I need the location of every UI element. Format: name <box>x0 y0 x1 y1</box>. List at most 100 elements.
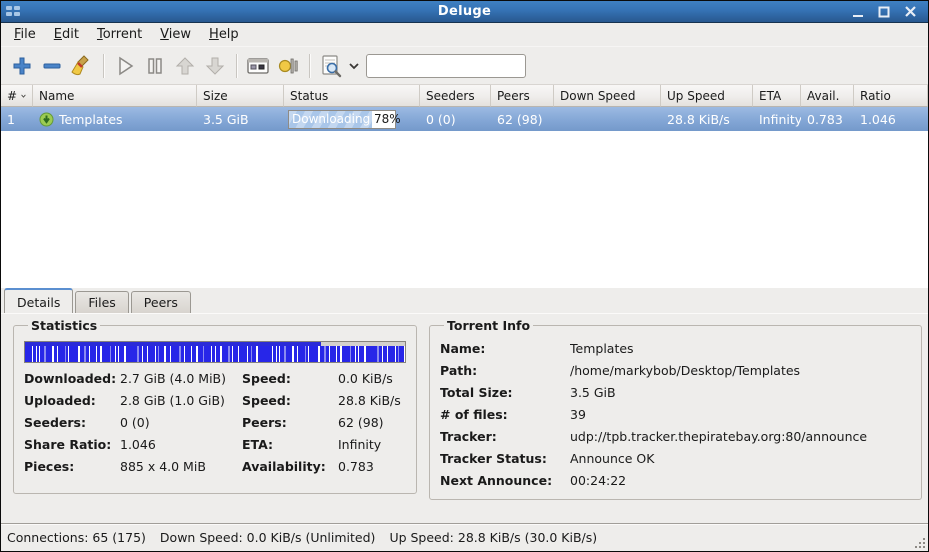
stat-value: 2.7 GiB (4.0 MiB) <box>120 371 242 386</box>
menu-edit[interactable]: Edit <box>45 24 88 45</box>
torrent-info-legend: Torrent Info <box>444 318 533 333</box>
tab-files[interactable]: Files <box>75 291 128 313</box>
info-label: Total Size: <box>440 385 570 400</box>
cell-size: 3.5 GiB <box>197 107 284 131</box>
info-value: Templates <box>570 341 911 356</box>
column-header-avail[interactable]: Avail. <box>801 85 854 107</box>
column-header-peers[interactable]: Peers <box>491 85 554 107</box>
play-icon <box>114 55 136 77</box>
minus-icon <box>41 55 63 77</box>
cell-avail: 0.783 <box>801 107 854 131</box>
statistics-legend: Statistics <box>28 318 100 333</box>
stat-label: Share Ratio: <box>24 437 120 452</box>
column-header-ratio[interactable]: Ratio <box>854 85 928 107</box>
stat-label: Seeders: <box>24 415 120 430</box>
deluge-window: Deluge File Edit Torrent View Help <box>0 0 929 552</box>
cell-down-speed <box>554 107 661 131</box>
details-panel: Statistics Downloaded: 2.7 GiB (4.0 MiB)… <box>1 314 928 523</box>
column-header-num[interactable]: # <box>1 85 33 107</box>
statistics-grid: Downloaded: 2.7 GiB (4.0 MiB) Speed: 0.0… <box>24 371 406 474</box>
torrent-info-grid: Name: Templates Path: /home/markybob/Des… <box>440 341 911 488</box>
column-header-seeders[interactable]: Seeders <box>420 85 491 107</box>
stat-value: 0 (0) <box>120 415 242 430</box>
menu-view[interactable]: View <box>151 24 200 45</box>
info-label: Path: <box>440 363 570 378</box>
info-label: Tracker: <box>440 429 570 444</box>
torrent-list-header: # Name Size Status Seeders Peers Down Sp… <box>1 85 928 107</box>
queue-up-button[interactable] <box>170 51 200 81</box>
filter-dropdown-chevron[interactable] <box>348 62 360 70</box>
column-header-status[interactable]: Status <box>284 85 420 107</box>
info-value: Announce OK <box>570 451 911 466</box>
cell-num: 1 <box>1 107 33 131</box>
resume-button[interactable] <box>110 51 140 81</box>
info-value: udp://tpb.tracker.thepiratebay.org:80/an… <box>570 429 911 444</box>
info-label: Next Announce: <box>440 473 570 488</box>
status-up-speed: Up Speed: 28.8 KiB/s (30.0 KiB/s) <box>389 530 597 545</box>
add-torrent-button[interactable] <box>7 51 37 81</box>
stat-label: Uploaded: <box>24 393 120 408</box>
stat-value: 0.0 KiB/s <box>338 371 406 386</box>
menu-torrent[interactable]: Torrent <box>88 24 151 45</box>
column-header-eta[interactable]: ETA <box>753 85 801 107</box>
cell-status: Downloading 78% Downloading 78% <box>284 107 420 131</box>
menu-file[interactable]: File <box>5 24 45 45</box>
statistics-frame: Statistics Downloaded: 2.7 GiB (4.0 MiB)… <box>13 318 417 494</box>
downloading-state-icon <box>39 112 54 127</box>
filter-button[interactable] <box>316 51 346 81</box>
stat-label: Peers: <box>242 415 338 430</box>
cell-up-speed: 28.8 KiB/s <box>661 107 753 131</box>
queue-down-button[interactable] <box>200 51 230 81</box>
stat-value: 28.8 KiB/s <box>338 393 406 408</box>
tab-details[interactable]: Details <box>4 288 73 313</box>
toolbar-separator <box>309 54 310 78</box>
stat-value: 1.046 <box>120 437 242 452</box>
connection-manager-button[interactable] <box>273 51 303 81</box>
stat-label: ETA: <box>242 437 338 452</box>
torrent-info-frame: Torrent Info Name: Templates Path: /home… <box>429 318 922 500</box>
sort-indicator-icon <box>21 93 26 99</box>
toolbar-separator <box>103 54 104 78</box>
close-button[interactable] <box>900 4 920 20</box>
stat-label: Speed: <box>242 371 338 386</box>
column-header-up-speed[interactable]: Up Speed <box>661 85 753 107</box>
clear-finished-button[interactable] <box>67 51 97 81</box>
filter-input[interactable] <box>366 54 526 78</box>
pieces-bar <box>24 341 406 363</box>
menu-help[interactable]: Help <box>200 24 248 45</box>
minimize-icon <box>852 6 864 18</box>
progress-fill: Downloading 78% <box>289 111 372 128</box>
plug-icon <box>276 55 300 77</box>
stat-value: 0.783 <box>338 459 406 474</box>
details-tab-bar: Details Files Peers <box>1 288 928 314</box>
broom-icon <box>70 54 94 78</box>
cell-name: Templates <box>33 107 197 131</box>
stat-value: Infinity <box>338 437 406 452</box>
maximize-button[interactable] <box>874 4 894 20</box>
pieces-stripes <box>25 346 405 362</box>
pause-button[interactable] <box>140 51 170 81</box>
resize-grip[interactable] <box>913 536 926 549</box>
tab-peers[interactable]: Peers <box>131 291 191 313</box>
preferences-button[interactable] <box>243 51 273 81</box>
stat-label: Downloaded: <box>24 371 120 386</box>
stat-label: Speed: <box>242 393 338 408</box>
column-header-down-speed[interactable]: Down Speed <box>554 85 661 107</box>
pause-icon <box>144 55 166 77</box>
window-controls <box>848 4 928 20</box>
cell-eta: Infinity <box>753 107 801 131</box>
cell-ratio: 1.046 <box>854 107 928 131</box>
minimize-button[interactable] <box>848 4 868 20</box>
remove-torrent-button[interactable] <box>37 51 67 81</box>
title-bar[interactable]: Deluge <box>1 1 928 23</box>
table-row[interactable]: 1 Templates 3.5 GiB Downloading 78% Down… <box>1 107 928 131</box>
window-title: Deluge <box>1 4 928 19</box>
column-header-size[interactable]: Size <box>197 85 284 107</box>
info-label: Tracker Status: <box>440 451 570 466</box>
close-icon <box>904 5 917 18</box>
column-header-name[interactable]: Name <box>33 85 197 107</box>
info-label: # of files: <box>440 407 570 422</box>
torrent-list: # Name Size Status Seeders Peers Down Sp… <box>1 85 928 288</box>
stat-label: Availability: <box>242 459 338 474</box>
cell-seeders: 0 (0) <box>420 107 491 131</box>
